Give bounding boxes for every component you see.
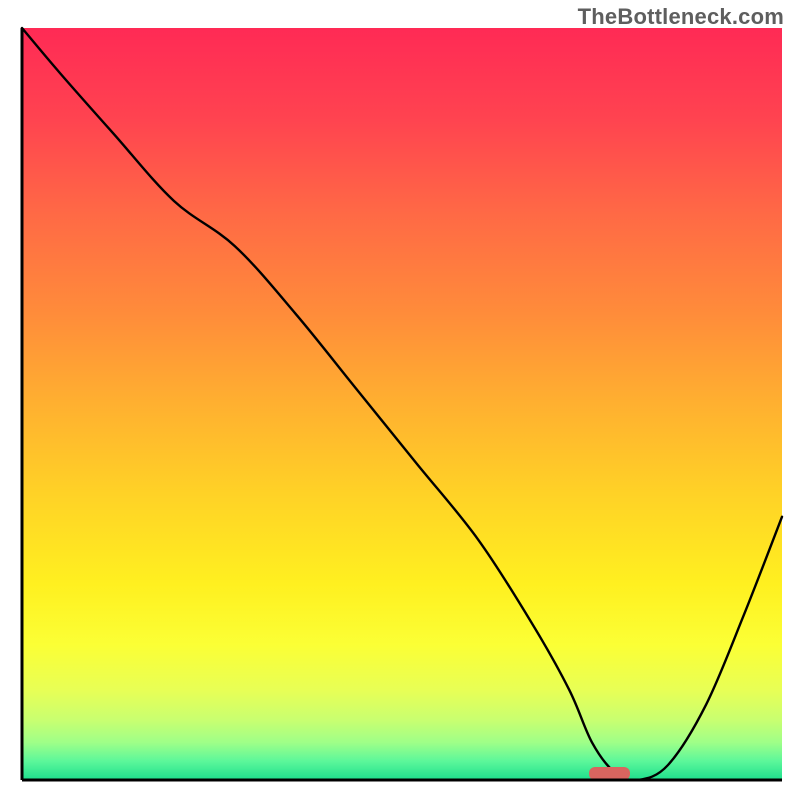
gradient-background [22,28,782,780]
optimal-marker [589,767,630,780]
plot-area [22,28,782,780]
watermark-text: TheBottleneck.com [578,4,784,30]
bottleneck-chart [0,0,800,800]
